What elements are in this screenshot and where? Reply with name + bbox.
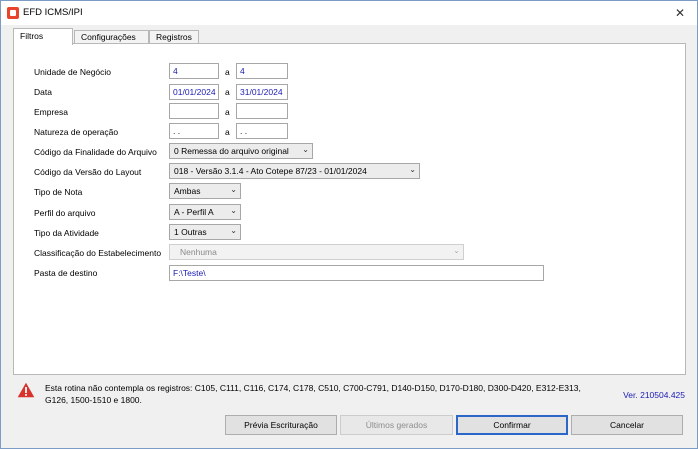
atividade-label: Tipo da Atividade — [34, 228, 99, 238]
chevron-down-icon: ⌄ — [230, 226, 237, 235]
cancelar-button[interactable]: Cancelar — [571, 415, 683, 435]
pasta-input[interactable]: F:\Teste\ — [169, 265, 544, 281]
empresa-label: Empresa — [34, 107, 69, 117]
data-label: Data — [34, 87, 52, 97]
chevron-down-icon: ⌄ — [230, 185, 237, 194]
empresa-from-input[interactable] — [169, 103, 219, 119]
perfil-select[interactable]: A - Perfil A ⌄ — [169, 204, 241, 220]
classificacao-select: Nenhuma ⌄ — [169, 244, 464, 260]
versao-value: 018 - Versão 3.1.4 - Ato Cotepe 87/23 - … — [174, 166, 367, 176]
tab-filtros[interactable]: Filtros — [13, 28, 73, 45]
warning-icon — [17, 382, 35, 398]
title-bar: EFD ICMS/IPI ✕ — [1, 1, 697, 25]
confirmar-button[interactable]: Confirmar — [456, 415, 568, 435]
chevron-down-icon: ⌄ — [302, 145, 309, 154]
tipo-nota-label: Tipo de Nota — [34, 187, 83, 197]
data-sep: a — [225, 87, 230, 97]
perfil-label: Perfil do arquivo — [34, 208, 96, 218]
chevron-down-icon: ⌄ — [230, 206, 237, 215]
notice-text: Esta rotina não contempla os registros: … — [45, 383, 581, 405]
tipo-nota-value: Ambas — [174, 186, 201, 196]
classificacao-label: Classificação do Estabelecimento — [34, 248, 162, 258]
versao-label: Código da Versão do Layout — [34, 167, 142, 177]
finalidade-select[interactable]: 0 Remessa do arquivo original ⌄ — [169, 143, 313, 159]
atividade-value: 1 Outras — [174, 227, 207, 237]
tipo-nota-select[interactable]: Ambas ⌄ — [169, 183, 241, 199]
chevron-down-icon: ⌄ — [409, 165, 416, 174]
ultimos-gerados-button: Últimos gerados — [340, 415, 453, 435]
efd-window: EFD ICMS/IPI ✕ Filtros Configurações Reg… — [0, 0, 698, 449]
natureza-label: Natureza de operação — [34, 127, 119, 137]
empresa-to-input[interactable] — [236, 103, 288, 119]
previa-escrituracao-button[interactable]: Prévia Escrituração — [225, 415, 337, 435]
versao-select[interactable]: 018 - Versão 3.1.4 - Ato Cotepe 87/23 - … — [169, 163, 420, 179]
app-icon — [7, 7, 19, 19]
unidade-to-input[interactable]: 4 — [236, 63, 288, 79]
classificacao-value: Nenhuma — [180, 247, 217, 257]
natureza-from-input[interactable]: . . — [169, 123, 219, 139]
tab-configuracoes[interactable]: Configurações — [74, 30, 149, 44]
perfil-value: A - Perfil A — [174, 207, 214, 217]
data-from-input[interactable]: 01/01/2024 — [169, 84, 219, 100]
version-label: Ver. 210504.425 — [623, 390, 685, 400]
unidade-from-input[interactable]: 4 — [169, 63, 219, 79]
natureza-sep: a — [225, 127, 230, 137]
unidade-sep: a — [225, 67, 230, 77]
chevron-down-icon: ⌄ — [453, 246, 460, 255]
atividade-select[interactable]: 1 Outras ⌄ — [169, 224, 241, 240]
natureza-to-input[interactable]: . . — [236, 123, 288, 139]
tab-registros[interactable]: Registros — [149, 30, 199, 44]
window-title: EFD ICMS/IPI — [23, 7, 83, 18]
close-button[interactable]: ✕ — [673, 6, 687, 20]
filtros-panel: Unidade de Negócio 4 a 4 Data 01/01/2024… — [13, 43, 686, 375]
finalidade-label: Código da Finalidade do Arquivo — [34, 147, 157, 157]
pasta-label: Pasta de destino — [34, 268, 98, 278]
empresa-sep: a — [225, 107, 230, 117]
data-to-input[interactable]: 31/01/2024 — [236, 84, 288, 100]
unidade-label: Unidade de Negócio — [34, 67, 112, 77]
finalidade-value: 0 Remessa do arquivo original — [174, 146, 289, 156]
